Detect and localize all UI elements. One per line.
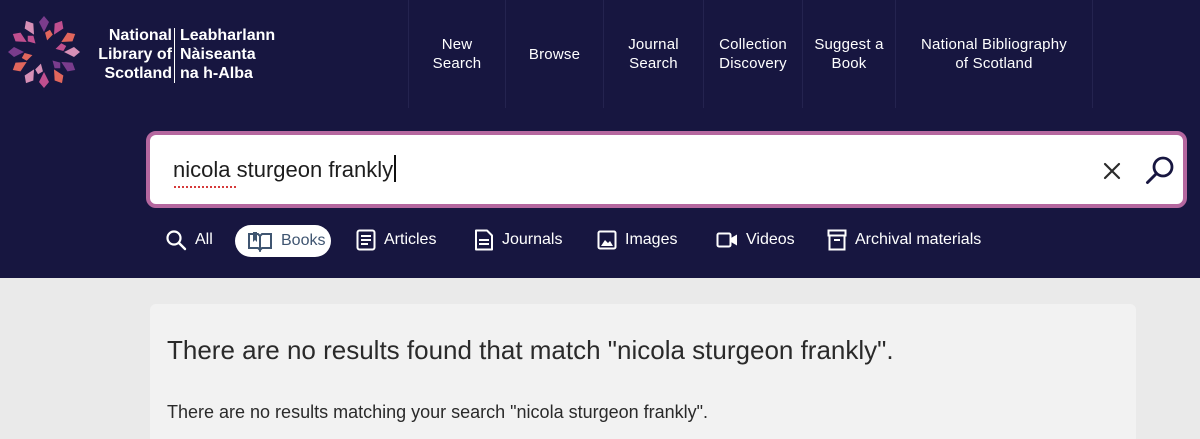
nav-new-search[interactable]: New Search xyxy=(408,0,505,108)
nav-label: of Scotland xyxy=(955,55,1033,72)
filter-tabs: All Books Articles Journals Images Video… xyxy=(0,222,1200,258)
site-header: National Library of Scotland Leabharlann… xyxy=(0,0,1200,278)
no-results-message: There are no results matching your searc… xyxy=(167,402,709,422)
video-icon xyxy=(716,232,737,248)
logo-text-line: Library of xyxy=(98,46,172,63)
filter-label: Journals xyxy=(502,231,563,248)
results-panel: There are no results found that match "n… xyxy=(150,304,1136,439)
logo-gaelic-name: Leabharlann Nàiseanta na h-Alba xyxy=(180,26,290,83)
close-icon xyxy=(1103,162,1121,180)
logo-text-line: National xyxy=(108,27,172,44)
logo-english-name: National Library of Scotland xyxy=(80,26,172,83)
image-icon xyxy=(597,230,617,250)
nav-journal-search[interactable]: Journal Search xyxy=(603,0,703,108)
filter-label: Images xyxy=(625,231,678,248)
journal-icon xyxy=(475,229,493,251)
filter-label: Books xyxy=(281,232,326,249)
nav-label: Suggest a xyxy=(814,36,884,53)
nav-label: Browse xyxy=(528,45,581,63)
search-icon xyxy=(166,230,187,251)
logo-text-line: Leabharlann xyxy=(180,27,276,44)
nav-browse[interactable]: Browse xyxy=(505,0,603,108)
text-caret xyxy=(394,155,397,182)
filter-books[interactable]: Books xyxy=(235,225,331,257)
nav-label: Search xyxy=(629,55,678,72)
logo-star-icon xyxy=(8,16,80,88)
search-input-value: nicola sturgeon frankly xyxy=(173,157,394,182)
filter-journals[interactable]: Journals xyxy=(474,222,562,258)
nav-national-bibliography[interactable]: National Bibliography of Scotland xyxy=(895,0,1093,108)
search-box: nicola sturgeon frankly xyxy=(146,131,1187,208)
filter-archival-materials[interactable]: Archival materials xyxy=(827,222,981,258)
clear-search-button[interactable] xyxy=(1098,157,1126,185)
filter-all[interactable]: All xyxy=(165,222,213,258)
nav-label: Discovery xyxy=(719,55,787,72)
logo-text-line: na h-Alba xyxy=(180,65,253,82)
book-icon xyxy=(248,232,272,252)
nav-label: Search xyxy=(432,55,482,72)
logo-text-line: Nàiseanta xyxy=(180,46,256,63)
search-input[interactable]: nicola sturgeon frankly xyxy=(173,155,397,185)
logo-divider xyxy=(174,28,175,83)
filter-label: All xyxy=(195,231,213,248)
nav-label: Book xyxy=(831,55,867,72)
article-icon xyxy=(356,229,376,251)
nav-suggest-a-book[interactable]: Suggest a Book xyxy=(802,0,895,108)
nav-label: Collection xyxy=(719,36,787,53)
logo-text-line: Scotland xyxy=(104,65,172,82)
filter-label: Videos xyxy=(746,231,795,248)
no-results-heading: There are no results found that match "n… xyxy=(167,335,894,365)
spellcheck-underline xyxy=(174,186,236,188)
filter-images[interactable]: Images xyxy=(597,222,677,258)
nav-collection-discovery[interactable]: Collection Discovery xyxy=(703,0,802,108)
search-icon xyxy=(1146,156,1174,184)
nls-logo[interactable]: National Library of Scotland Leabharlann… xyxy=(8,16,278,88)
filter-label: Articles xyxy=(384,231,437,248)
nav-label: National Bibliography xyxy=(921,36,1067,53)
nav-label: Journal xyxy=(628,36,679,53)
submit-search-button[interactable] xyxy=(1143,153,1177,187)
nav-label: New xyxy=(441,36,473,53)
filter-videos[interactable]: Videos xyxy=(716,222,795,258)
main-nav: New Search Browse Journal Search Collectio… xyxy=(408,0,1093,108)
archive-icon xyxy=(827,229,847,251)
filter-label: Archival materials xyxy=(855,231,982,248)
filter-articles[interactable]: Articles xyxy=(356,222,436,258)
